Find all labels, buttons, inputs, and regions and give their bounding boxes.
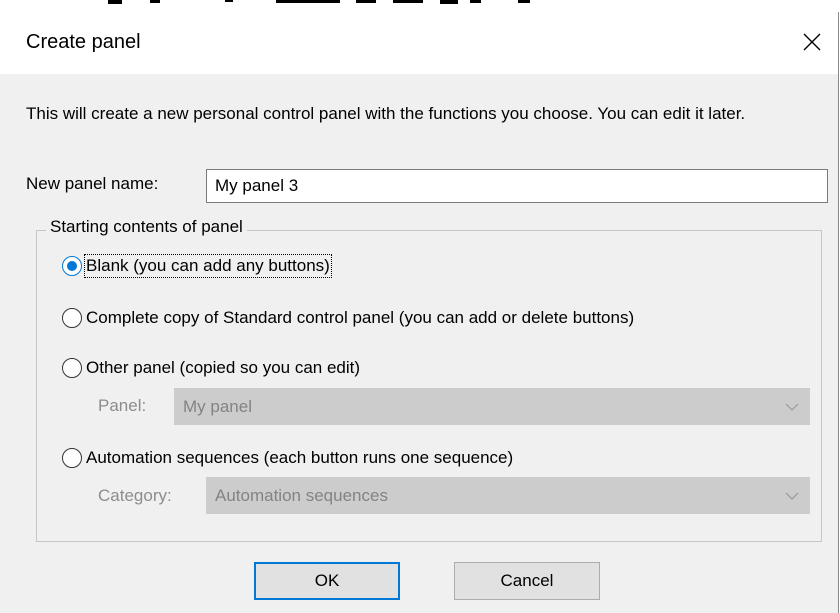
cancel-button[interactable]: Cancel bbox=[454, 562, 600, 600]
panel-select-value: My panel bbox=[183, 396, 252, 416]
category-select[interactable]: Automation sequences bbox=[206, 477, 810, 514]
close-button[interactable] bbox=[786, 12, 838, 72]
panel-name-label: New panel name: bbox=[26, 174, 159, 193]
create-panel-dialog: Create panel This will create a new pers… bbox=[0, 12, 839, 613]
chevron-down-icon bbox=[785, 492, 799, 500]
group-title: Starting contents of panel bbox=[46, 217, 247, 237]
cancel-button-label: Cancel bbox=[500, 571, 554, 590]
close-icon bbox=[803, 33, 821, 51]
option-automation-sequences[interactable]: Automation sequences (each button runs o… bbox=[62, 448, 513, 468]
panel-select[interactable]: My panel bbox=[174, 388, 810, 425]
title-bar: Create panel bbox=[0, 12, 838, 74]
dialog-title: Create panel bbox=[26, 31, 141, 53]
chevron-down-icon bbox=[785, 403, 799, 411]
radio-button[interactable] bbox=[62, 448, 82, 468]
background-window-fragment bbox=[0, 0, 840, 12]
dialog-description: This will create a new personal control … bbox=[26, 104, 746, 123]
option-complete-copy-label: Complete copy of Standard control panel … bbox=[86, 308, 635, 327]
panel-select-label: Panel: bbox=[98, 396, 147, 415]
option-automation-label: Automation sequences (each button runs o… bbox=[86, 448, 514, 467]
option-complete-copy[interactable]: Complete copy of Standard control panel … bbox=[62, 308, 634, 328]
option-other-panel-label: Other panel (copied so you can edit) bbox=[86, 358, 361, 377]
radio-button-selected[interactable] bbox=[62, 256, 82, 276]
category-select-value: Automation sequences bbox=[215, 485, 388, 505]
option-blank[interactable]: Blank (you can add any buttons) bbox=[62, 254, 332, 278]
option-blank-label: Blank (you can add any buttons) bbox=[84, 254, 332, 278]
ok-button[interactable]: OK bbox=[254, 562, 400, 600]
radio-button[interactable] bbox=[62, 358, 82, 378]
category-select-label: Category: bbox=[98, 486, 172, 505]
radio-button[interactable] bbox=[62, 308, 82, 328]
panel-name-input[interactable] bbox=[206, 169, 828, 203]
option-other-panel[interactable]: Other panel (copied so you can edit) bbox=[62, 358, 360, 378]
ok-button-label: OK bbox=[314, 571, 340, 590]
